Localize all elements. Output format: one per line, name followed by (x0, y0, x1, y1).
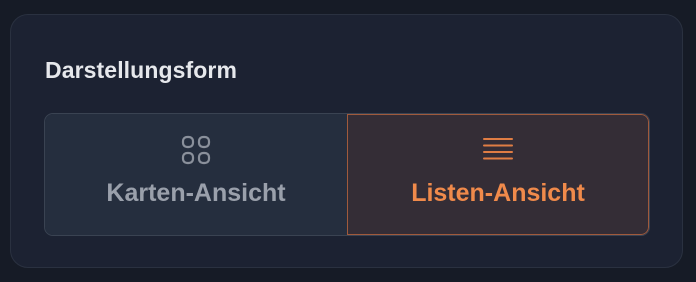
view-mode-toggle: Karten-Ansicht Listen-Ansicht (44, 113, 650, 236)
card-view-option[interactable]: Karten-Ansicht (45, 114, 347, 235)
list-view-label: Listen-Ansicht (411, 179, 585, 207)
panel-title: Darstellungsform (45, 57, 238, 83)
grid-icon (181, 135, 211, 165)
display-mode-panel: Darstellungsform Karten-Ansicht Listen-A… (10, 14, 683, 268)
card-view-label: Karten-Ansicht (106, 179, 286, 207)
list-view-option[interactable]: Listen-Ansicht (347, 114, 649, 235)
list-icon (483, 138, 513, 160)
